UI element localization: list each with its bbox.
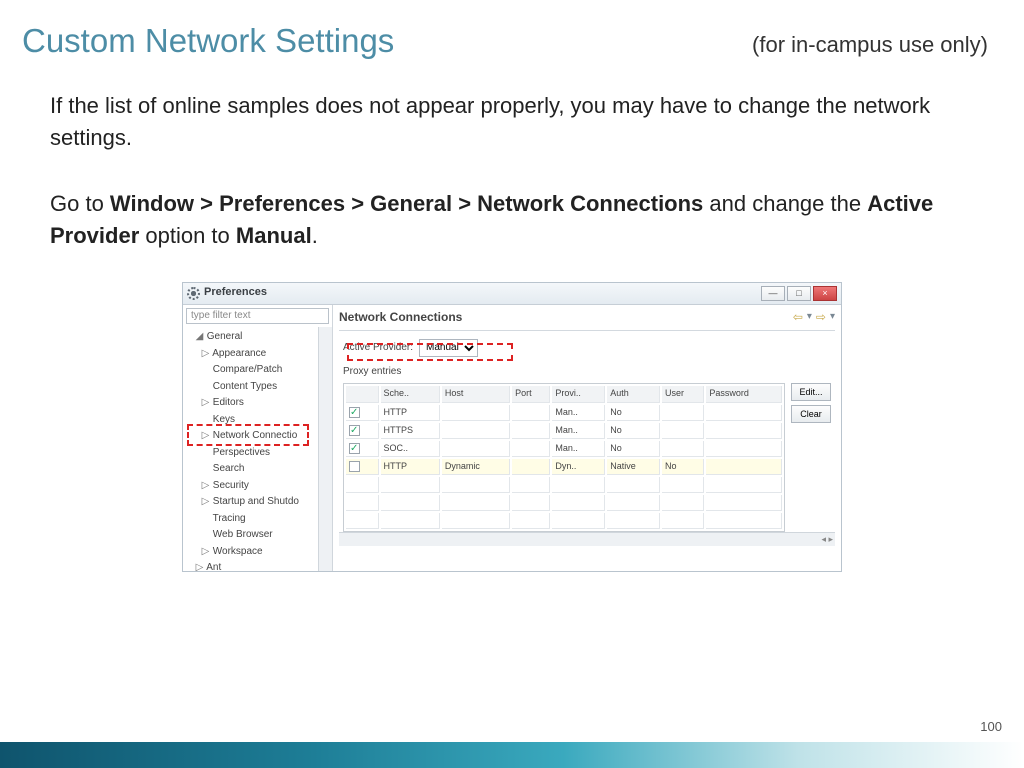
tree-item[interactable]: ▷ Appearance — [183, 346, 318, 363]
checkbox-icon[interactable] — [349, 461, 360, 472]
window-title: Preferences — [204, 285, 267, 301]
close-button[interactable]: × — [813, 286, 837, 301]
forward-icon[interactable]: ⇨ — [816, 309, 826, 326]
tree-item[interactable]: Perspectives — [183, 445, 318, 462]
active-provider-select[interactable]: Manual — [419, 339, 478, 357]
text-fragment: and change the — [703, 191, 867, 216]
panel-heading: Network Connections — [339, 309, 462, 326]
tree-item[interactable]: Web Browser — [183, 527, 318, 544]
back-icon[interactable]: ⇦ — [793, 309, 803, 326]
menu-path: Window > Preferences > General > Network… — [110, 191, 703, 216]
tree-item[interactable]: ▷ Workspace — [183, 544, 318, 561]
vertical-scrollbar[interactable] — [318, 327, 332, 571]
slide-subtitle: (for in-campus use only) — [752, 32, 988, 58]
preferences-content: Network Connections ⇦ ▾ ⇨ ▾ Active Provi… — [333, 305, 841, 571]
checkbox-icon[interactable] — [349, 425, 360, 436]
table-row[interactable]: HTTPDynamicDyn..NativeNo — [346, 459, 782, 475]
tree-item[interactable]: ▷ Network Connectio — [183, 428, 318, 445]
checkbox-icon[interactable] — [349, 443, 360, 454]
dropdown-icon[interactable]: ▾ — [807, 310, 812, 325]
preferences-sidebar: type filter text ◢ General▷ Appearance C… — [183, 305, 333, 571]
text-fragment: Go to — [50, 191, 110, 216]
table-header[interactable]: Provi.. — [552, 386, 605, 402]
gear-icon — [187, 287, 200, 300]
proxy-entries-label: Proxy entries — [343, 365, 835, 380]
tree-item[interactable]: Content Types — [183, 379, 318, 396]
minimize-button[interactable]: — — [761, 286, 785, 301]
tree-item[interactable]: ▷ Security — [183, 478, 318, 495]
horizontal-scrollbar[interactable]: ◂ ▸ — [339, 532, 835, 546]
table-header[interactable]: Host — [442, 386, 510, 402]
table-row[interactable]: HTTPMan..No — [346, 405, 782, 421]
window-titlebar: Preferences — □ × — [183, 283, 841, 305]
table-header[interactable] — [346, 386, 379, 402]
tree-item[interactable]: Compare/Patch — [183, 362, 318, 379]
tree-item[interactable]: Search — [183, 461, 318, 478]
table-header[interactable]: Auth — [607, 386, 660, 402]
clear-button[interactable]: Clear — [791, 405, 831, 423]
page-number: 100 — [980, 719, 1002, 734]
text-fragment: option to — [139, 223, 236, 248]
preferences-tree[interactable]: ◢ General▷ Appearance Compare/Patch Cont… — [183, 327, 318, 571]
slide-title: Custom Network Settings — [22, 22, 394, 60]
text-fragment: . — [312, 223, 318, 248]
edit-button[interactable]: Edit... — [791, 383, 831, 401]
instruction-paragraph: Go to Window > Preferences > General > N… — [50, 188, 974, 252]
tree-item[interactable]: Keys — [183, 412, 318, 429]
dropdown-icon[interactable]: ▾ — [830, 310, 835, 325]
table-header[interactable]: User — [662, 386, 704, 402]
table-header[interactable]: Sche.. — [381, 386, 440, 402]
footer-bar — [0, 742, 1024, 768]
filter-input[interactable]: type filter text — [186, 308, 329, 325]
table-row[interactable]: SOC..Man..No — [346, 441, 782, 457]
proxy-table[interactable]: Sche..HostPortProvi..AuthUserPassword HTT… — [343, 383, 785, 531]
tree-item[interactable]: ▷ Ant — [183, 560, 318, 571]
option-value: Manual — [236, 223, 312, 248]
tree-item[interactable]: ◢ General — [183, 329, 318, 346]
checkbox-icon[interactable] — [349, 407, 360, 418]
tree-item[interactable]: Tracing — [183, 511, 318, 528]
tree-item[interactable]: ▷ Editors — [183, 395, 318, 412]
maximize-button[interactable]: □ — [787, 286, 811, 301]
active-provider-label: Active Provider: — [343, 341, 413, 356]
table-header[interactable]: Password — [706, 386, 782, 402]
table-header[interactable]: Port — [512, 386, 550, 402]
table-row[interactable]: HTTPSMan..No — [346, 423, 782, 439]
preferences-window: Preferences — □ × type filter text ◢ Gen… — [182, 282, 842, 572]
tree-item[interactable]: ▷ Startup and Shutdo — [183, 494, 318, 511]
intro-paragraph: If the list of online samples does not a… — [50, 90, 974, 154]
